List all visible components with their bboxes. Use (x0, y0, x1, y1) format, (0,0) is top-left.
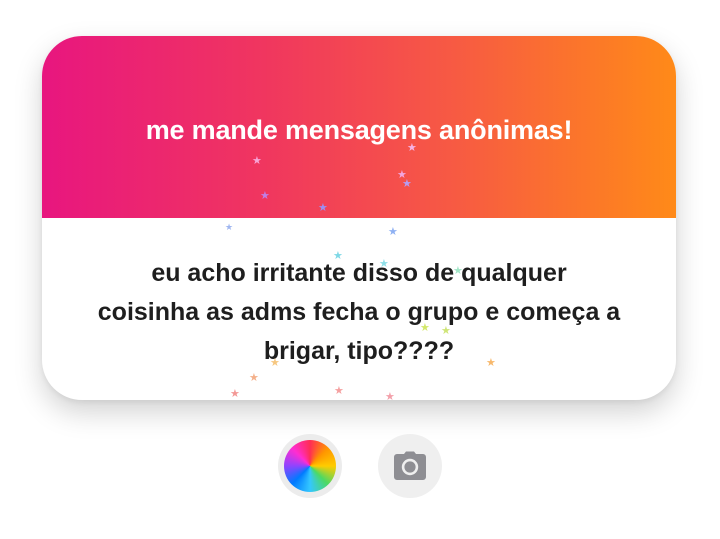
sticker-controls (0, 434, 720, 498)
card-header: me mande mensagens anônimas! (42, 36, 676, 218)
question-card[interactable]: me mande mensagens anônimas! eu acho irr… (42, 36, 676, 400)
message-text[interactable]: eu acho irritante disso de qualquer cois… (66, 254, 652, 371)
camera-icon (394, 451, 426, 480)
message-line: coisinha as adms fecha o grupo e começa … (97, 297, 621, 326)
camera-button[interactable] (378, 434, 442, 498)
card-body: eu acho irritante disso de qualquer cois… (42, 218, 676, 400)
message-line: eu acho irritante disso de qualquer (151, 258, 567, 287)
color-picker-button[interactable] (278, 434, 342, 498)
color-wheel-icon (284, 440, 336, 492)
message-line: brigar, tipo???? (263, 336, 455, 365)
card-title: me mande mensagens anônimas! (145, 114, 573, 145)
question-sticker-editor: me mande mensagens anônimas! eu acho irr… (0, 0, 720, 539)
